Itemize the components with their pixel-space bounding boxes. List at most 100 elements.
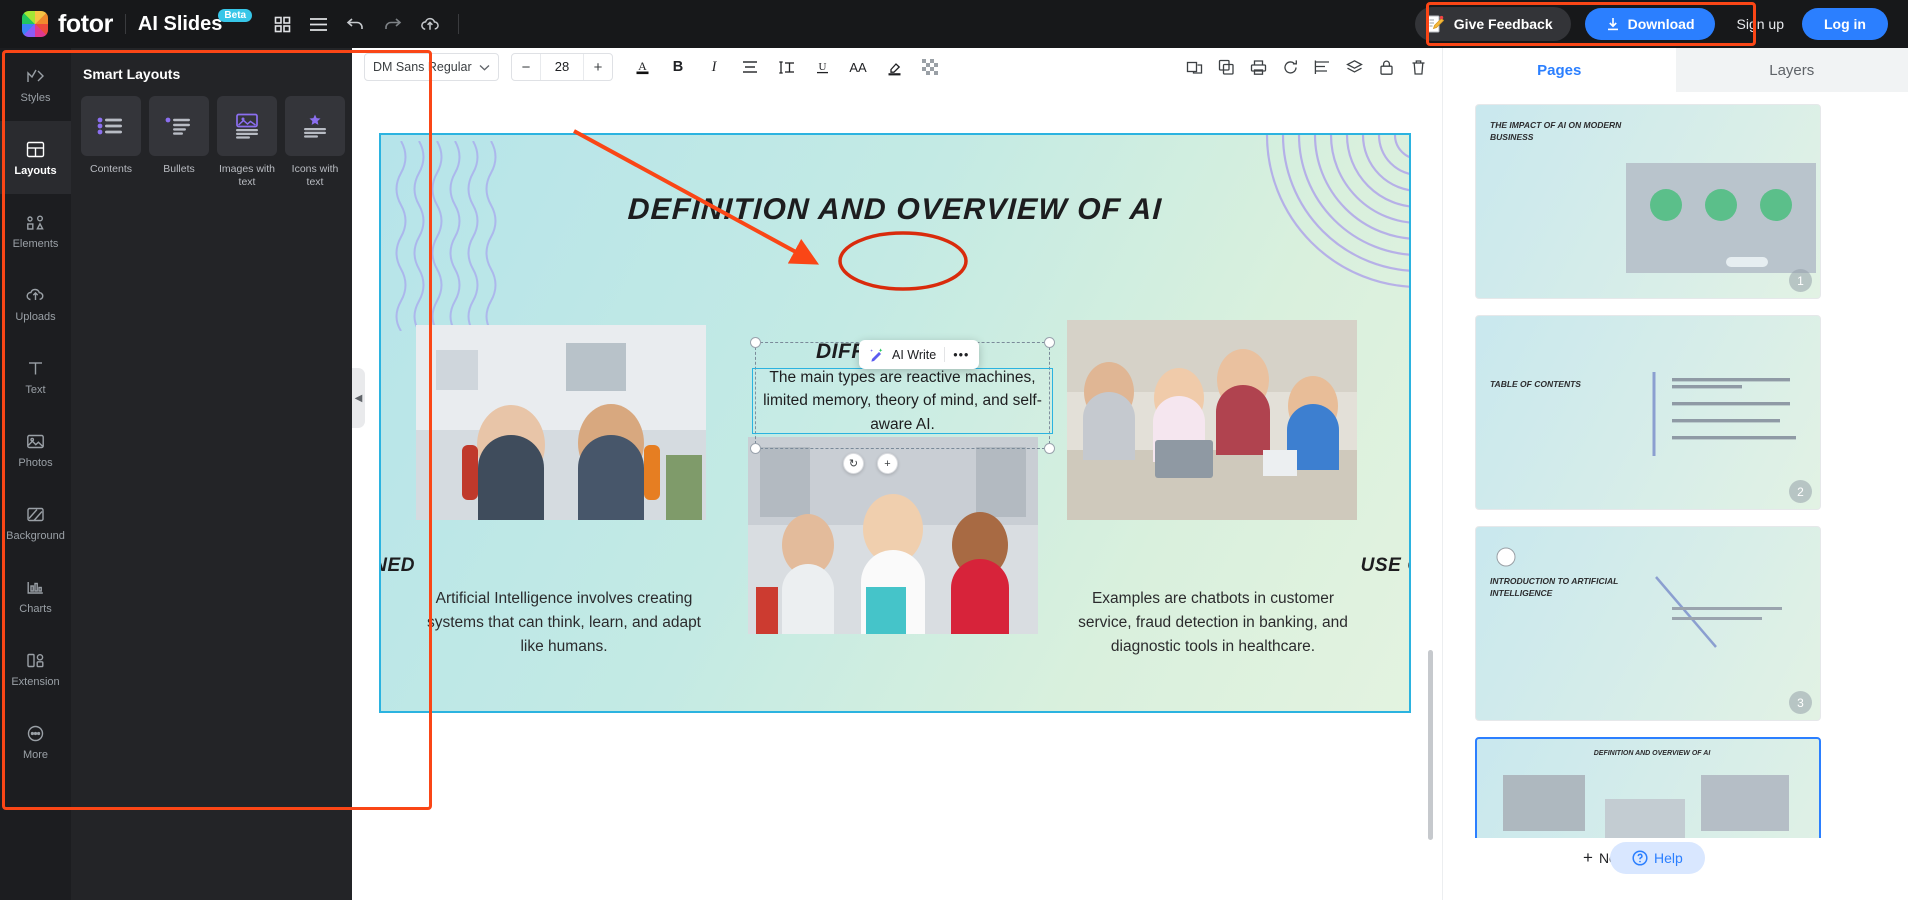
layout-option-contents[interactable]: Contents (81, 96, 141, 189)
editor-center: DM Sans Regular − 28 + A B I U AA DEFINI… (352, 48, 1766, 900)
top-bar: fotor AI Slides Beta Give Feedback Downl… (0, 0, 1908, 48)
font-family-value: DM Sans Regular (373, 60, 472, 74)
sidebar-item-label: Text (25, 383, 46, 396)
resize-handle-tl[interactable] (750, 337, 761, 348)
tab-pages[interactable]: Pages (1443, 48, 1676, 92)
smart-layouts-panel: Smart Layouts Contents Bullets Images wi… (71, 48, 352, 900)
page-thumbnail-list[interactable]: THE IMPACT OF AI ON MODERN BUSINESS 1 TA… (1443, 98, 1908, 838)
resize-handle-tr[interactable] (1044, 337, 1055, 348)
font-size-value[interactable]: 28 (540, 54, 584, 80)
underline-button[interactable]: U (807, 53, 837, 81)
layout-option-images-with-text[interactable]: Images with text (217, 96, 277, 189)
signup-link[interactable]: Sign up (1737, 16, 1784, 32)
chevron-down-icon (479, 64, 490, 71)
column-heading-right[interactable]: USE CASES TODAY (941, 555, 1409, 577)
panel-collapse-handle[interactable]: ◀ (352, 368, 365, 428)
grid-icon[interactable] (274, 16, 291, 33)
sidebar-item-label: Extension (11, 675, 60, 688)
layout-option-label: Contents (89, 163, 133, 175)
menu-icon[interactable] (309, 17, 328, 32)
give-feedback-button[interactable]: Give Feedback (1414, 7, 1571, 41)
right-panel: Pages Layers THE IMPACT OF AI ON MODERN … (1442, 48, 1908, 900)
font-size-decrease-button[interactable]: − (512, 54, 540, 80)
lock-button[interactable] (1372, 53, 1400, 81)
sidebar-item-charts[interactable]: Charts (0, 559, 71, 632)
sidebar-item-label: Photos (18, 456, 53, 469)
sidebar-item-uploads[interactable]: Uploads (0, 267, 71, 340)
plus-icon: + (1583, 848, 1593, 867)
slide-title[interactable]: DEFINITION AND OVERVIEW OF AI (381, 193, 1409, 227)
logo-text: fotor (58, 9, 113, 38)
print-button[interactable] (1244, 53, 1272, 81)
divider (124, 14, 126, 34)
line-height-button[interactable] (771, 53, 801, 81)
page-thumbnail[interactable]: INTRODUCTION TO ARTIFICIAL INTELLIGENCE … (1475, 526, 1821, 721)
text-color-button[interactable]: A (627, 53, 657, 81)
sidebar-item-more[interactable]: More (0, 705, 71, 778)
layout-option-icons-with-text[interactable]: Icons with text (285, 96, 345, 189)
wave-decoration (395, 141, 497, 331)
bulleted-list-icon (81, 96, 141, 156)
left-rail: Styles Layouts Elements Uploads Text Pho… (0, 48, 71, 900)
font-size-stepper: − 28 + (511, 53, 613, 81)
regenerate-button[interactable]: ↻ (843, 453, 864, 474)
transparency-button[interactable] (915, 53, 945, 81)
layout-option-label: Icons with text (291, 163, 339, 189)
highlight-button[interactable] (879, 53, 909, 81)
column-body-right[interactable]: Examples are chatbots in customer servic… (1065, 587, 1361, 659)
refresh-button[interactable] (1276, 53, 1304, 81)
position-button[interactable] (1180, 53, 1208, 81)
bold-button[interactable]: B (663, 53, 693, 81)
layout-option-bullets[interactable]: Bullets (149, 96, 209, 189)
add-button[interactable]: + (877, 453, 898, 474)
resize-handle-bl[interactable] (750, 443, 761, 454)
help-button[interactable]: Help (1610, 842, 1705, 874)
thumbnail-scrollbar[interactable] (1428, 650, 1433, 840)
ai-write-popup[interactable]: AI Write ••• (859, 340, 980, 369)
sidebar-item-layouts[interactable]: Layouts (0, 121, 71, 194)
canvas-area: DEFINITION AND OVERVIEW OF AI ED Artific… (352, 86, 1442, 900)
layout-grid: Contents Bullets Images with text Icons … (71, 96, 352, 189)
tab-layers[interactable]: Layers (1675, 48, 1908, 92)
divider (944, 347, 946, 362)
ai-write-more-button[interactable]: ••• (953, 348, 969, 362)
page-number: 2 (1789, 480, 1812, 503)
align-list-button[interactable] (1308, 53, 1336, 81)
redo-icon[interactable] (383, 16, 402, 32)
layout-option-label: Images with text (218, 163, 276, 189)
sidebar-item-background[interactable]: Background (0, 486, 71, 559)
sidebar-item-styles[interactable]: Styles (0, 48, 71, 121)
give-feedback-label: Give Feedback (1453, 16, 1553, 32)
sidebar-item-elements[interactable]: Elements (0, 194, 71, 267)
feedback-note-icon (1426, 15, 1444, 33)
login-button[interactable]: Log in (1802, 8, 1888, 40)
page-thumbnail[interactable]: THE IMPACT OF AI ON MODERN BUSINESS 1 (1475, 104, 1821, 299)
column-body-left[interactable]: Artificial Intelligence involves creatin… (416, 587, 712, 659)
selected-text-box[interactable]: The main types are reactive machines, li… (752, 368, 1053, 434)
cloud-upload-icon[interactable] (420, 16, 440, 33)
slide-image-left[interactable] (416, 325, 706, 520)
fotor-logo-icon (22, 11, 48, 37)
align-button[interactable] (735, 53, 765, 81)
font-family-select[interactable]: DM Sans Regular (364, 53, 499, 81)
undo-icon[interactable] (346, 16, 365, 32)
duplicate-button[interactable] (1212, 53, 1240, 81)
column-heading-left[interactable]: AI EXPLAINED (381, 555, 859, 577)
sidebar-item-text[interactable]: Text (0, 340, 71, 413)
sidebar-item-extension[interactable]: Extension (0, 632, 71, 705)
font-size-increase-button[interactable]: + (584, 54, 612, 80)
layers-button[interactable] (1340, 53, 1368, 81)
more-icon (27, 725, 44, 741)
italic-button[interactable]: I (699, 53, 729, 81)
slide-canvas[interactable]: DEFINITION AND OVERVIEW OF AI ED Artific… (379, 133, 1411, 713)
page-thumbnail[interactable]: TABLE OF CONTENTS 2 (1475, 315, 1821, 510)
resize-handle-br[interactable] (1044, 443, 1055, 454)
text-case-button[interactable]: AA (843, 53, 873, 81)
divider (458, 14, 460, 34)
sidebar-item-photos[interactable]: Photos (0, 413, 71, 486)
delete-button[interactable] (1404, 53, 1432, 81)
download-button[interactable]: Download (1584, 8, 1715, 40)
slide-image-right[interactable] (1067, 320, 1357, 520)
page-number: 3 (1789, 691, 1812, 714)
page-thumbnail-selected[interactable]: DEFINITION AND OVERVIEW OF AI 4 (1475, 737, 1821, 838)
